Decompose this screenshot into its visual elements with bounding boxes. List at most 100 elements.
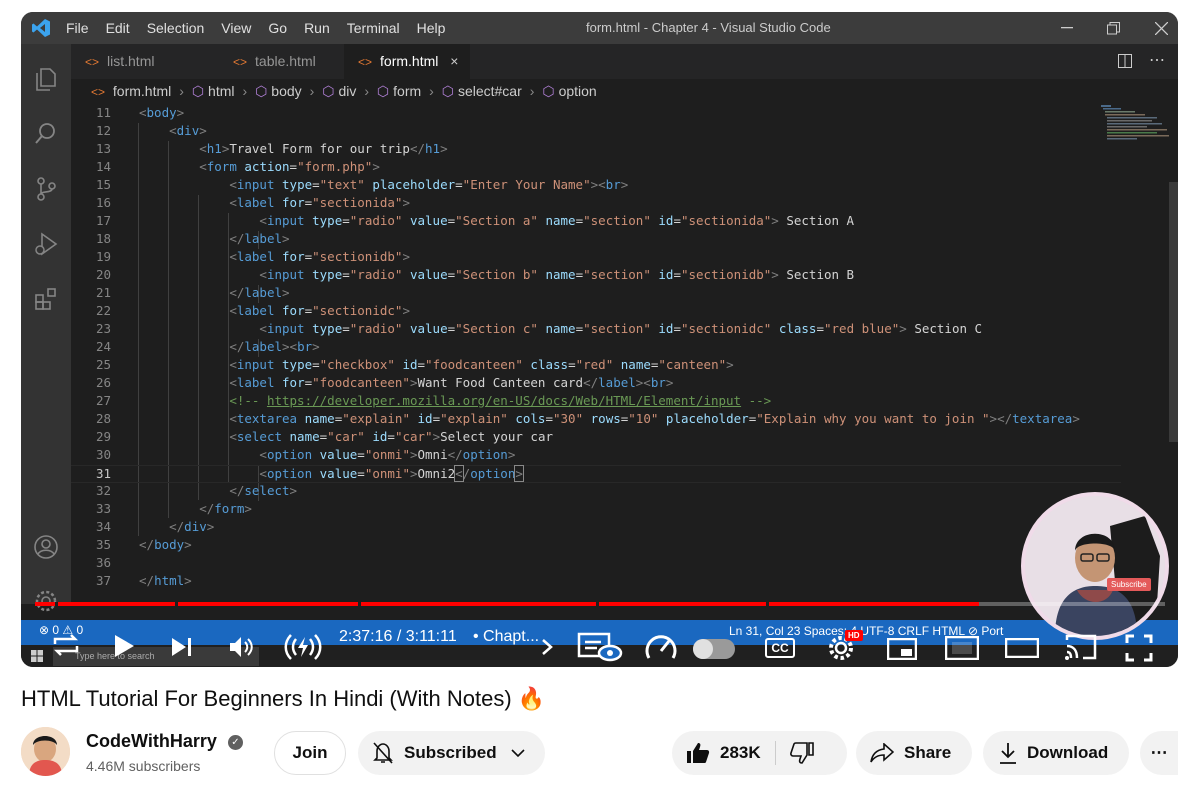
code-line: 37 </html> — [95, 573, 192, 588]
cast-icon[interactable] — [1065, 634, 1097, 660]
next-icon[interactable] — [171, 637, 193, 657]
autoplay-icon[interactable] — [283, 632, 323, 662]
more-actions-button[interactable]: ⋯ — [1140, 731, 1178, 775]
chapter-title[interactable]: • Chapt... — [473, 628, 539, 646]
loop-icon[interactable] — [51, 632, 81, 658]
menu-go[interactable]: Go — [268, 20, 287, 36]
cinema-icon[interactable] — [1005, 638, 1039, 658]
editor-tabs: <> list.html <> table.html <> form.html × ⋯ — [71, 44, 1178, 79]
bell-off-icon — [373, 742, 393, 764]
like-count[interactable]: 283K — [720, 743, 761, 763]
divider — [774, 741, 776, 765]
menu-selection[interactable]: Selection — [147, 20, 205, 36]
menu-view[interactable]: View — [221, 20, 251, 36]
code-line: 28 <textarea name="explain" id="explain"… — [95, 411, 1080, 426]
menu-edit[interactable]: Edit — [106, 20, 130, 36]
code-line: 29 <select name="car" id="car">Select yo… — [95, 429, 553, 444]
share-button[interactable]: Share — [856, 731, 972, 775]
extensions-icon[interactable] — [33, 286, 59, 312]
breadcrumb-item[interactable]: body — [271, 83, 301, 99]
code-editor[interactable]: 11 <body> 12 <div> 13 <h1>Travel Form for… — [71, 105, 1121, 595]
code-line: 30 <option value="onmi">Omni</option> — [95, 447, 516, 462]
minimize-icon[interactable] — [1061, 27, 1073, 29]
breadcrumb-item[interactable]: div — [338, 83, 356, 99]
breadcrumb-item[interactable]: html — [208, 83, 234, 99]
autoplay-toggle[interactable] — [693, 639, 735, 659]
code-line: 35 </body> — [95, 537, 192, 552]
code-line: 12 <div> — [95, 123, 207, 138]
miniplayer-icon[interactable] — [887, 638, 917, 660]
tab-form-html[interactable]: <> form.html × — [344, 44, 470, 79]
tab-table-html[interactable]: <> table.html — [219, 44, 344, 79]
download-button[interactable]: Download — [983, 731, 1129, 775]
close-window-icon[interactable] — [1155, 22, 1168, 35]
menu-terminal[interactable]: Terminal — [347, 20, 400, 36]
accounts-icon[interactable] — [33, 534, 59, 560]
tab-list-html[interactable]: <> list.html — [71, 44, 219, 79]
code-line: 24 </label><br> — [95, 339, 320, 354]
html-file-icon: <> — [85, 55, 100, 69]
code-line-current: 31 <option value="onmi">Omni2</option> — [71, 465, 1121, 483]
code-line: 25 <input type="checkbox" id="foodcantee… — [95, 357, 734, 372]
code-line: 16 <label for="sectionida"> — [95, 195, 410, 210]
tab-close-icon[interactable]: × — [450, 53, 458, 69]
join-button[interactable]: Join — [274, 731, 346, 775]
thumbs-down-icon[interactable] — [789, 742, 814, 764]
video-player[interactable]: File Edit Selection View Go Run Terminal… — [21, 12, 1178, 667]
chevron-right-icon[interactable] — [541, 638, 553, 656]
thumbs-up-icon[interactable] — [686, 742, 710, 764]
volume-icon[interactable] — [229, 636, 255, 658]
speed-gauge-icon[interactable] — [643, 632, 679, 662]
captions-button[interactable]: CC — [765, 638, 795, 658]
vscode-titlebar: File Edit Selection View Go Run Terminal… — [21, 12, 1178, 44]
share-arrow-icon — [870, 743, 894, 763]
channel-name[interactable]: CodeWithHarry — [86, 731, 217, 752]
split-editor-icon[interactable] — [1118, 54, 1132, 68]
code-line: 32 </select> — [95, 483, 298, 498]
chapter-marker — [55, 602, 58, 606]
code-line: 13 <h1>Travel Form for our trip</h1> — [95, 141, 448, 156]
menu-run[interactable]: Run — [304, 20, 330, 36]
breadcrumb-item[interactable]: option — [559, 83, 597, 99]
cube-icon: ⬡ — [255, 83, 268, 99]
html-file-icon: <> — [233, 55, 248, 69]
code-line: 20 <input type="radio" value="Section b"… — [95, 267, 855, 282]
miniplayer-preview-icon[interactable] — [577, 632, 623, 662]
breadcrumb-item[interactable]: form.html — [113, 83, 171, 99]
chapter-marker — [596, 602, 599, 606]
fullscreen-icon[interactable] — [1125, 634, 1153, 662]
play-icon[interactable] — [113, 634, 135, 658]
hd-badge: HD — [845, 630, 863, 641]
menu-file[interactable]: File — [66, 20, 89, 36]
progress-bar[interactable] — [35, 602, 1165, 606]
like-dislike-group: 283K — [672, 731, 847, 775]
code-line: 21 </label> — [95, 285, 290, 300]
settings-gear-icon[interactable] — [33, 588, 59, 614]
restore-icon[interactable] — [1107, 22, 1120, 35]
code-line: 33 </form> — [95, 501, 252, 516]
editor-scrollbar[interactable] — [1169, 182, 1178, 442]
minimap[interactable] — [1099, 105, 1169, 155]
theater-mode-icon[interactable] — [945, 636, 979, 660]
breadcrumb-item[interactable]: form — [393, 83, 421, 99]
code-line: 14 <form action="form.php"> — [95, 159, 380, 174]
menu-help[interactable]: Help — [417, 20, 446, 36]
cube-icon: ⬡ — [542, 83, 555, 99]
breadcrumb-item[interactable]: select#car — [458, 83, 522, 99]
more-actions-icon[interactable]: ⋯ — [1149, 50, 1165, 70]
chevron-down-icon — [511, 749, 525, 758]
avatar-image — [21, 727, 70, 776]
channel-avatar[interactable] — [21, 727, 70, 776]
code-line: 36 — [95, 555, 111, 570]
source-control-icon[interactable] — [33, 176, 59, 202]
code-line: 34 </div> — [95, 519, 215, 534]
code-line: 19 <label for="sectionidb"> — [95, 249, 410, 264]
run-debug-icon[interactable] — [33, 231, 59, 257]
subscribed-button[interactable]: Subscribed — [358, 731, 545, 775]
code-line: 27 <!-- https://developer.mozilla.org/en… — [95, 393, 772, 408]
window-title: form.html - Chapter 4 - Visual Studio Co… — [586, 20, 831, 35]
search-icon[interactable] — [33, 121, 59, 147]
subscribed-label: Subscribed — [404, 743, 497, 762]
explorer-icon[interactable] — [33, 66, 59, 92]
video-title: HTML Tutorial For Beginners In Hindi (Wi… — [21, 686, 546, 711]
